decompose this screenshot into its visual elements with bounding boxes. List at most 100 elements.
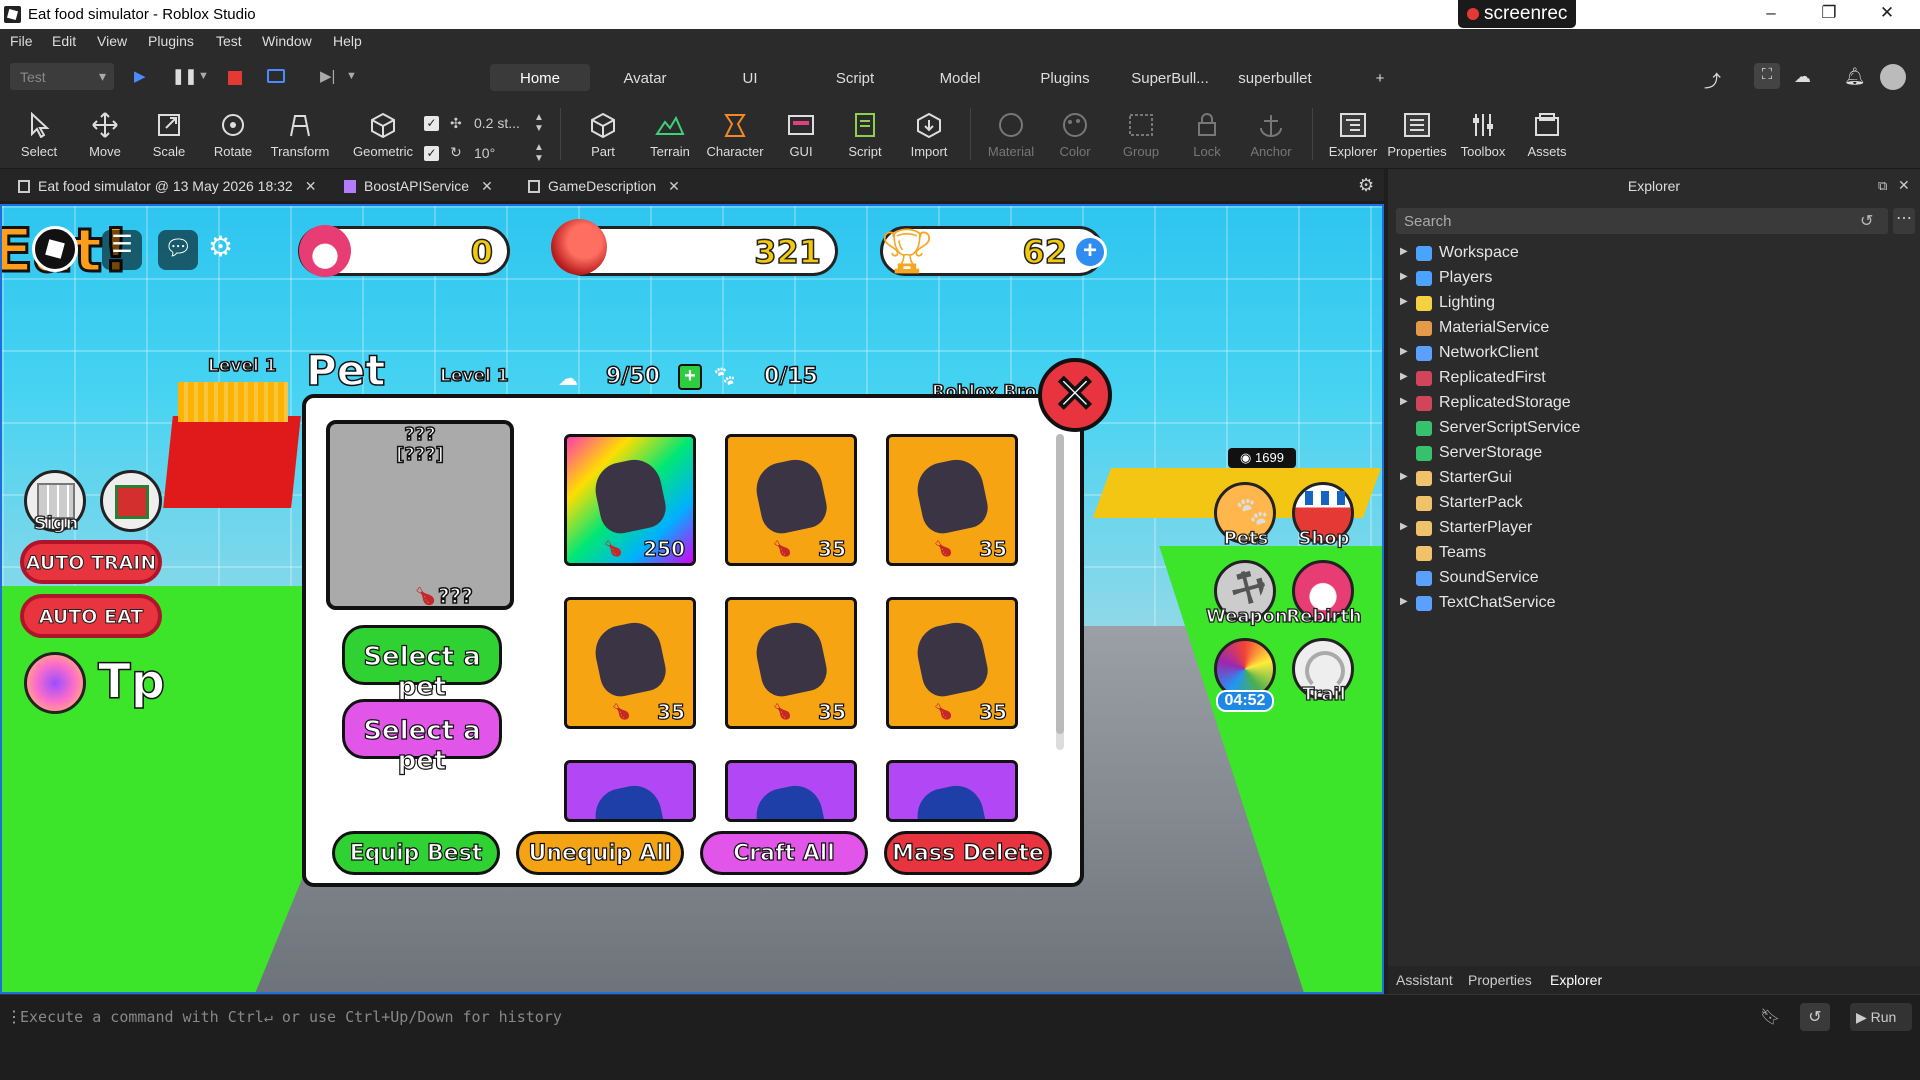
menu-edit[interactable]: Edit [52, 33, 76, 49]
expand-chevron-icon[interactable]: ▶ [1400, 271, 1408, 282]
close-window-button[interactable]: ✕ [1872, 3, 1902, 23]
rotate-increment-checkbox[interactable]: ✓ [424, 146, 439, 161]
group-tool[interactable]: Group [1116, 100, 1166, 169]
play-icon[interactable]: ▶ [134, 67, 146, 85]
step-icon[interactable]: ▶| [320, 67, 335, 85]
explorer-item[interactable]: MaterialService [1388, 316, 1920, 341]
teleport-button[interactable]: Tp [97, 653, 166, 711]
chat-icon[interactable]: 💬︎ [158, 230, 198, 270]
roblox-menu-button[interactable] [32, 226, 78, 272]
anchor-tool[interactable]: Anchor [1246, 100, 1296, 169]
tab-model[interactable]: Model [925, 64, 995, 91]
pet-slot[interactable] [725, 760, 857, 822]
pet-slot[interactable]: 🍗︎ 35 [886, 434, 1018, 566]
toolbox-tool[interactable]: Toolbox [1456, 100, 1510, 169]
scale-tool[interactable]: Scale [144, 100, 194, 169]
move-increment-value[interactable]: 0.2 st... [474, 115, 520, 131]
select-tool[interactable]: Select [14, 100, 64, 169]
pause-icon[interactable]: ❚❚ [172, 67, 197, 85]
stop-icon[interactable] [228, 71, 242, 85]
script-tool[interactable]: Script [840, 100, 890, 169]
step-options-chevron-icon[interactable]: ▼ [346, 70, 357, 82]
transform-tool[interactable]: Transform [266, 100, 334, 169]
tab-script[interactable]: Script [820, 64, 890, 91]
rotate-increment-stepper-icon[interactable]: ▲ ▼ [534, 142, 544, 164]
tab-superbullet[interactable]: superbullet [1230, 64, 1320, 91]
auto-eat-button[interactable]: AUTO EAT [20, 594, 162, 638]
tab-plugins[interactable]: Plugins [1030, 64, 1100, 91]
craft-all-button[interactable]: Craft All [700, 831, 868, 875]
egg-shop-button[interactable] [24, 652, 86, 714]
search-history-icon[interactable]: ↺ [1860, 211, 1873, 231]
color-tool[interactable]: Color [1050, 100, 1100, 169]
expand-chevron-icon[interactable]: ▶ [1400, 521, 1408, 532]
explorer-item[interactable]: SoundService [1388, 566, 1920, 591]
expand-chevron-icon[interactable]: ▶ [1400, 396, 1408, 407]
pet-slot[interactable]: 🍗︎ 35 [725, 597, 857, 729]
more-options-icon[interactable]: ⋯ [1893, 208, 1915, 234]
tab-properties[interactable]: Properties [1468, 972, 1532, 988]
explorer-item[interactable]: ▶ Workspace [1388, 241, 1920, 266]
pet-grid-scrollbar-thumb[interactable] [1056, 434, 1064, 734]
expand-chevron-icon[interactable]: ▶ [1400, 346, 1408, 357]
explorer-item[interactable]: ▶ StarterPlayer [1388, 516, 1920, 541]
tab-avatar[interactable]: Avatar [610, 64, 680, 91]
close-icon[interactable]: ✕ [481, 178, 493, 194]
screen-recorder-badge[interactable]: screenrec [1458, 0, 1576, 28]
restore-button[interactable]: ❐ [1814, 3, 1844, 23]
explorer-item[interactable]: ▶ NetworkClient [1388, 341, 1920, 366]
client-server-icon[interactable] [267, 69, 285, 83]
character-tool[interactable]: Character [702, 100, 768, 169]
properties-tool[interactable]: Properties [1386, 100, 1448, 169]
doc-tab-boostapiservice[interactable]: BoostAPIService ✕ [344, 169, 493, 201]
menu-file[interactable]: File [10, 33, 33, 49]
explorer-item[interactable]: ▶ TextChatService [1388, 591, 1920, 616]
gear-icon[interactable]: ⚙ [1358, 175, 1374, 196]
close-icon[interactable]: ✕ [305, 178, 317, 194]
gui-tool[interactable]: GUI [776, 100, 826, 169]
close-panel-button[interactable]: ✕ [1038, 358, 1112, 432]
add-trophy-button[interactable]: + [1073, 235, 1107, 269]
tab-assistant[interactable]: Assistant [1396, 972, 1453, 988]
pet-slot[interactable]: 🍗︎ 35 [886, 597, 1018, 729]
hamburger-menu-icon[interactable]: ☰ [102, 230, 142, 270]
gift-button[interactable] [100, 470, 162, 532]
test-mode-select[interactable]: Test [10, 63, 114, 90]
collaboration-icon[interactable]: ⛶ [1754, 63, 1780, 89]
explorer-item[interactable]: ▶ Players [1388, 266, 1920, 291]
unequip-all-button[interactable]: Unequip All [516, 831, 684, 875]
pet-slot[interactable] [886, 760, 1018, 822]
explorer-item[interactable]: StarterPack [1388, 491, 1920, 516]
game-viewport[interactable]: Eat! ☰ 💬︎ ⚙ 0 321 🏆︎ 62 + Level 1 Sign A… [0, 204, 1384, 994]
auto-train-button[interactable]: AUTO TRAIN [20, 540, 162, 584]
expand-chevron-icon[interactable]: ▶ [1400, 596, 1408, 607]
expand-chevron-icon[interactable]: ▶ [1400, 471, 1408, 482]
run-command-button[interactable]: ▶ Run [1850, 1003, 1912, 1031]
select-pet-craft-button[interactable]: Select a pet [342, 699, 502, 777]
pet-grid-scrollbar[interactable] [1056, 434, 1064, 750]
material-tool[interactable]: Material [982, 100, 1040, 169]
bookmark-icon[interactable]: 🔖︎ [1760, 1007, 1780, 1027]
menu-window[interactable]: Window [262, 33, 312, 49]
cloud-icon[interactable]: ☁ [1794, 67, 1811, 87]
explorer-tool[interactable]: Explorer [1326, 100, 1380, 169]
notification-bell-icon[interactable]: 🔔︎ [1844, 67, 1866, 87]
tab-ui[interactable]: UI [730, 64, 770, 91]
expand-chevron-icon[interactable]: ▶ [1400, 246, 1408, 257]
tab-superbull[interactable]: SuperBull... [1125, 64, 1215, 91]
minimize-button[interactable]: – [1756, 3, 1786, 23]
pop-out-icon[interactable]: ⧉ [1878, 178, 1887, 194]
settings-gear-icon[interactable]: ⚙ [208, 230, 242, 270]
history-icon[interactable]: ↺ [1800, 1003, 1830, 1031]
doc-tab-place[interactable]: Eat food simulator @ 13 May 2026 18:32 ✕ [18, 169, 316, 201]
explorer-item[interactable]: ▶ Lighting [1388, 291, 1920, 316]
assets-tool[interactable]: Assets [1522, 100, 1572, 169]
explorer-item[interactable]: ▶ ReplicatedStorage [1388, 391, 1920, 416]
pause-options-chevron-icon[interactable]: ▼ [198, 70, 209, 82]
explorer-item[interactable]: ▶ StarterGui [1388, 466, 1920, 491]
move-increment-stepper-icon[interactable]: ▲ ▼ [534, 112, 544, 134]
expand-chevron-icon[interactable]: ▶ [1400, 296, 1408, 307]
menu-help[interactable]: Help [333, 33, 362, 49]
mass-delete-button[interactable]: Mass Delete [884, 831, 1052, 875]
menu-test[interactable]: Test [216, 33, 242, 49]
